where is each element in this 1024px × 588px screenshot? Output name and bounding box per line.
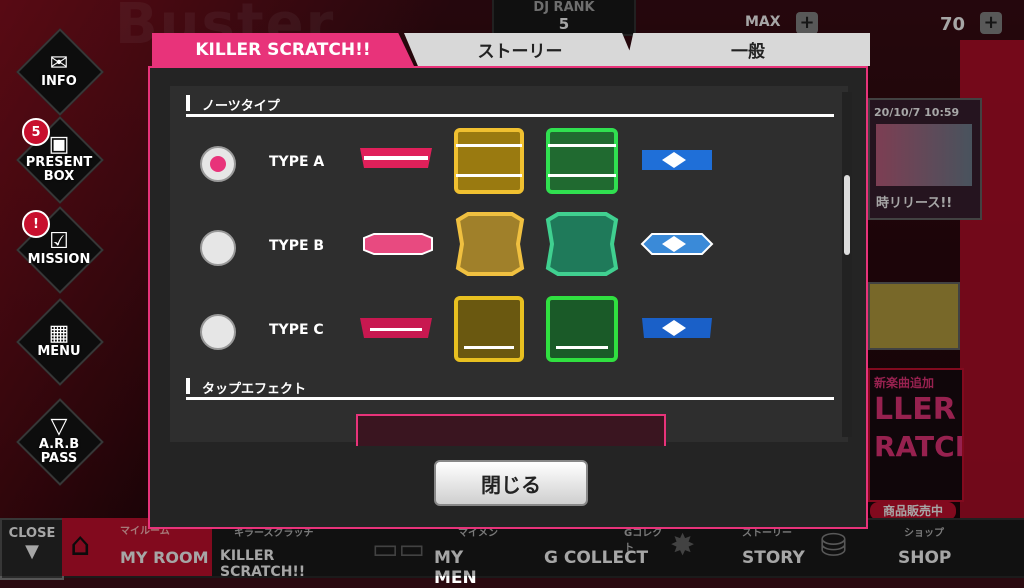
arb-pass-label: A.R.B PASS xyxy=(38,437,80,466)
radio-type-b[interactable] xyxy=(200,230,236,266)
type-b-green-note xyxy=(545,212,619,276)
envelope-icon: ✉ xyxy=(49,51,69,76)
type-c-label: TYPE C xyxy=(269,322,324,338)
type-b-yellow-note xyxy=(455,212,525,276)
scrollbar-track[interactable] xyxy=(842,92,852,437)
close-modal-button[interactable]: 閉じる xyxy=(434,460,588,506)
mission-label: MISSION xyxy=(27,252,91,267)
mission-alert-badge: ! xyxy=(22,210,50,238)
type-c-notes xyxy=(360,296,712,362)
type-a-yellow-note xyxy=(454,128,524,194)
radio-type-c[interactable] xyxy=(200,314,236,350)
scrollbar-thumb[interactable] xyxy=(844,175,850,255)
tap-effect-title: タップエフェクト xyxy=(202,382,307,397)
present-box-label: PRESENT BOX xyxy=(25,155,93,184)
info-label: INFO xyxy=(41,74,77,89)
checkbox-icon: ☑ xyxy=(49,229,69,254)
type-a-label: TYPE A xyxy=(269,154,325,170)
section-tap-effect: タップエフェクト xyxy=(186,375,834,400)
gift-icon: ▣ xyxy=(48,132,70,157)
type-b-notes xyxy=(363,212,714,276)
type-c-green-note xyxy=(546,296,618,362)
menu-label: MENU xyxy=(37,344,81,359)
note-type-title: ノーツタイプ xyxy=(202,99,280,114)
type-a-notes xyxy=(360,128,712,194)
type-c-yellow-note xyxy=(454,296,524,362)
section-note-type: ノーツタイプ xyxy=(186,92,834,117)
triangle-icon: ▽ xyxy=(50,414,68,439)
type-b-pink-note xyxy=(363,233,433,255)
tab-killer-scratch[interactable]: KILLER SCRATCH!! xyxy=(152,33,414,66)
tab-story[interactable]: ストーリー xyxy=(404,33,636,66)
grid-icon: ▦ xyxy=(48,321,70,346)
tab-general[interactable]: 一般 xyxy=(626,33,870,66)
tap-effect-preview xyxy=(356,414,666,446)
present-count-badge: 5 xyxy=(22,118,50,146)
radio-type-a[interactable] xyxy=(200,146,236,182)
type-a-green-note xyxy=(546,128,618,194)
type-b-label: TYPE B xyxy=(269,238,325,254)
